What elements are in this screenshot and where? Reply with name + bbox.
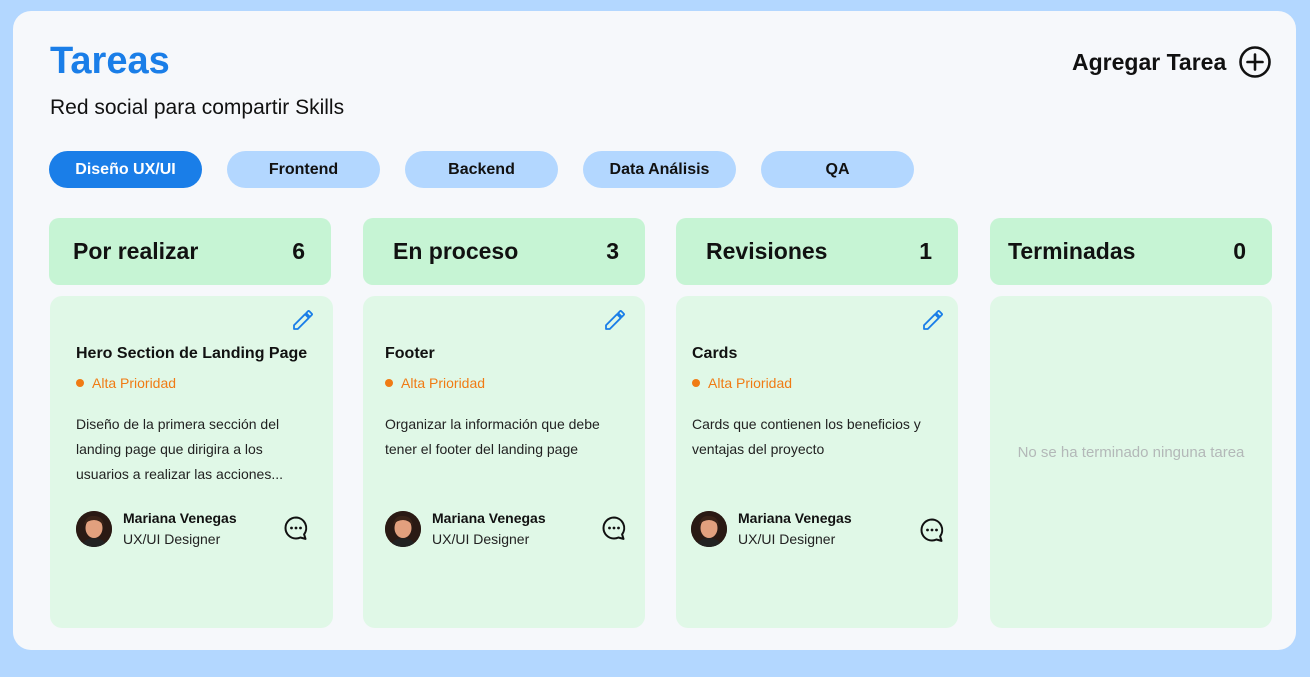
priority-label: Alta Prioridad — [92, 375, 177, 391]
column-header-revisiones: Revisiones 1 — [676, 218, 958, 285]
chat-bubble-icon[interactable] — [283, 515, 309, 541]
priority-label: Alta Prioridad — [708, 375, 793, 391]
avatar — [691, 510, 727, 547]
card-description: Cards que contienen los beneficios y ven… — [692, 416, 921, 457]
column-count: 0 — [1233, 238, 1246, 264]
column-count: 3 — [606, 238, 619, 264]
assignee-name: Mariana Venegas — [123, 510, 237, 526]
column-title: En proceso — [393, 238, 519, 264]
priority-dot-icon — [76, 379, 84, 387]
assignee-role: UX/UI Designer — [123, 531, 221, 547]
task-card-hero-section[interactable]: Hero Section de Landing Page Alta Priori… — [50, 296, 333, 628]
priority-dot-icon — [385, 379, 393, 387]
priority-label: Alta Prioridad — [401, 375, 486, 391]
tab-qa[interactable]: QA — [761, 151, 914, 188]
column-title: Terminadas — [1008, 238, 1136, 264]
priority-dot-icon — [692, 379, 700, 387]
column-header-terminadas: Terminadas 0 — [990, 218, 1272, 285]
priority-badge: Alta Prioridad — [385, 375, 485, 391]
card-title: Cards — [692, 345, 738, 362]
add-task-button[interactable]: Agregar Tarea — [1072, 45, 1272, 79]
card-title: Footer — [385, 345, 435, 362]
chat-bubble-icon[interactable] — [919, 517, 945, 543]
pencil-icon[interactable] — [291, 308, 315, 332]
column-title: Por realizar — [73, 238, 199, 264]
column-header-por-realizar: Por realizar 6 — [49, 218, 331, 285]
tab-frontend[interactable]: Frontend — [227, 151, 380, 188]
assignee-role: UX/UI Designer — [738, 531, 836, 547]
column-title: Revisiones — [706, 238, 828, 264]
page-subtitle: Red social para compartir Skills — [50, 96, 345, 119]
pencil-icon[interactable] — [921, 308, 945, 332]
plus-circle-icon — [1239, 46, 1272, 78]
assignee-role: UX/UI Designer — [432, 531, 530, 547]
priority-badge: Alta Prioridad — [76, 375, 176, 391]
assignee-name: Mariana Venegas — [738, 510, 852, 526]
add-task-label: Agregar Tarea — [1072, 48, 1227, 75]
avatar — [385, 510, 421, 547]
card-title: Hero Section de Landing Page — [76, 345, 308, 362]
card-description: Organizar la información que debe tener … — [385, 416, 600, 457]
empty-column-terminadas: No se ha terminado ninguna tarea — [990, 296, 1272, 628]
tab-data-analisis[interactable]: Data Análisis — [583, 151, 736, 188]
tab-backend[interactable]: Backend — [405, 151, 558, 188]
column-header-en-proceso: En proceso 3 — [363, 218, 645, 285]
column-count: 6 — [292, 238, 305, 264]
card-assignee: Mariana Venegas UX/UI Designer — [76, 510, 237, 547]
column-count: 1 — [919, 238, 932, 264]
page-title: Tareas — [50, 40, 170, 82]
task-card-cards[interactable]: Cards Alta Prioridad Cards que contienen… — [676, 296, 958, 628]
tab-diseno-ux-ui[interactable]: Diseño UX/UI — [49, 151, 202, 188]
card-assignee: Mariana Venegas UX/UI Designer — [385, 510, 546, 547]
avatar — [76, 510, 112, 547]
empty-state-message: No se ha terminado ninguna tarea — [1017, 444, 1245, 461]
assignee-name: Mariana Venegas — [432, 510, 546, 526]
category-tabs: Diseño UX/UI Frontend Backend Data Análi… — [49, 151, 914, 188]
card-description: Diseño de la primera sección del landing… — [76, 416, 283, 482]
chat-bubble-icon[interactable] — [601, 515, 627, 541]
pencil-icon[interactable] — [603, 308, 627, 332]
card-assignee: Mariana Venegas UX/UI Designer — [691, 510, 852, 547]
priority-badge: Alta Prioridad — [692, 375, 792, 391]
task-card-footer[interactable]: Footer Alta Prioridad Organizar la infor… — [363, 296, 645, 628]
